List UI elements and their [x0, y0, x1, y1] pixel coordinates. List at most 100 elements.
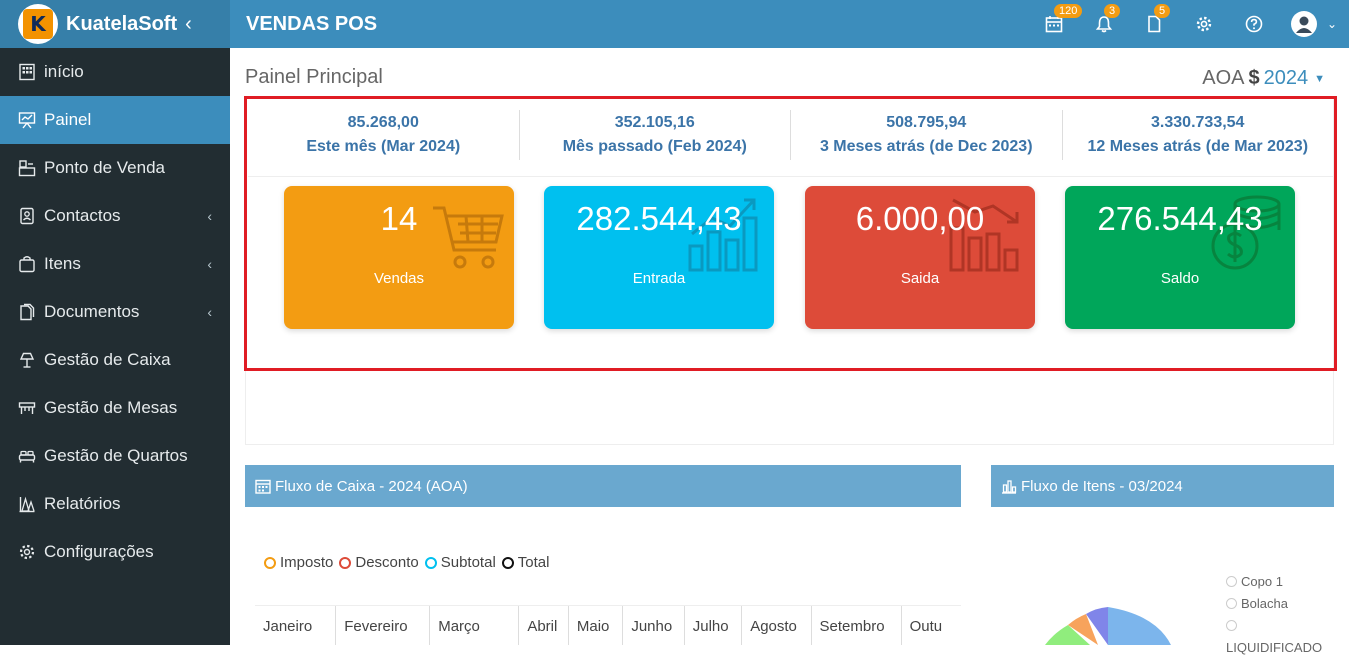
- sidebar-toggle-icon[interactable]: ‹: [185, 13, 192, 36]
- sidebar-item-ponto-de-venda[interactable]: Ponto de Venda: [0, 144, 230, 192]
- legend-item-total[interactable]: Total: [501, 554, 549, 571]
- bag-icon: [18, 255, 38, 273]
- legend-label: Copo 1: [1241, 573, 1283, 589]
- items-flow-title: Fluxo de Itens - 03/2024: [1021, 477, 1183, 495]
- user-avatar-icon: [1295, 16, 1312, 33]
- legend-label: LIQUIDIFICADO: [1226, 639, 1323, 655]
- sales-label: Vendas: [373, 270, 425, 287]
- chevron-down-icon: ⌄: [1326, 17, 1338, 31]
- items-pie-chart: [1045, 607, 1171, 645]
- legend-dot: [1226, 575, 1237, 587]
- sidebar-item-label: Documentos: [44, 302, 140, 321]
- legend-label: Desconto: [355, 554, 419, 571]
- sidebar-item-label: Gestão de Caixa: [44, 350, 171, 369]
- pie-legend-item[interactable]: Bolacha: [1226, 592, 1322, 614]
- bed-icon: [18, 447, 38, 465]
- sidebar-item-label: Contactos: [44, 206, 121, 225]
- legend-dot: [339, 556, 352, 569]
- legend-label: Imposto: [280, 554, 334, 571]
- legend-label: Subtotal: [440, 554, 496, 571]
- sidebar-item-configuracoes[interactable]: Configurações: [0, 528, 230, 576]
- brand-name: KuatelaSoft: [66, 12, 178, 35]
- settings-button[interactable]: [1179, 0, 1229, 48]
- brand-logo: K: [18, 4, 58, 44]
- calendar-icon: [255, 478, 271, 494]
- sidebar-item-label: Gestão de Mesas: [44, 398, 178, 417]
- balance-value: 276.544,43: [1097, 200, 1263, 237]
- legend-dot: [264, 556, 276, 569]
- month-cell: Agosto: [742, 606, 812, 645]
- income-box[interactable]: 282.544,43 Entrada: [544, 186, 774, 329]
- logo-letter: K: [23, 9, 53, 39]
- balance-box[interactable]: 276.544,43 Saldo: [1065, 186, 1295, 329]
- bar-chart-icon: [1001, 478, 1017, 494]
- stat-label: Este mês (Mar 2024): [306, 138, 461, 155]
- sidebar-item-gestao-de-caixa[interactable]: Gestão de Caixa: [0, 336, 230, 384]
- brand[interactable]: K KuatelaSoft ‹: [0, 0, 230, 48]
- currency-code: AOA: [1202, 67, 1245, 89]
- stat-3-months: 508.795,94 3 Meses atrás (de Dec 2023): [791, 110, 1063, 160]
- contacts-icon: [18, 207, 38, 225]
- reports-icon: [18, 495, 38, 513]
- sidebar-item-contactos[interactable]: Contactos ‹: [0, 192, 230, 240]
- user-menu[interactable]: ⌄: [1279, 0, 1349, 48]
- pie-legend-item[interactable]: LIQUIDIFICADO: [1226, 636, 1322, 658]
- year-value: 2024: [1263, 67, 1309, 89]
- sidebar-item-itens[interactable]: Itens ‹: [0, 240, 230, 288]
- building-icon: [18, 63, 38, 81]
- notifications-button[interactable]: 3: [1079, 0, 1129, 48]
- sidebar-item-documentos[interactable]: Documentos ‹: [0, 288, 230, 336]
- currency-year-selector[interactable]: AOA $ 2024 ▼: [1202, 67, 1325, 90]
- presentation-icon: [18, 111, 38, 129]
- documents-button[interactable]: 5: [1129, 0, 1179, 48]
- month-cell: Março: [430, 606, 520, 645]
- pie-slice: [1108, 607, 1171, 645]
- stat-label: Mês passado (Feb 2024): [562, 138, 747, 155]
- sidebar-item-label: Itens: [44, 254, 81, 273]
- files-icon: [18, 303, 38, 321]
- sales-value: 14: [380, 200, 418, 237]
- sidebar-item-label: Gestão de Quartos: [44, 446, 188, 465]
- app-title: VENDAS POS: [246, 12, 378, 35]
- stat-label: 12 Meses atrás (de Mar 2023): [1087, 138, 1309, 155]
- month-cell: Outu: [909, 617, 943, 635]
- sidebar-item-relatorios[interactable]: Relatórios: [0, 480, 230, 528]
- avatar: [1290, 11, 1317, 37]
- sidebar-item-label: Relatórios: [44, 494, 121, 513]
- documents-badge: 5: [1154, 4, 1171, 18]
- main-content: Painel Principal AOA $ 2024 ▼ 85.268,00 …: [230, 48, 1349, 655]
- calendar-button[interactable]: 120: [1029, 0, 1083, 48]
- stat-value: 352.105,16: [614, 114, 695, 131]
- sidebar-item-painel[interactable]: Painel: [0, 96, 230, 144]
- stat-value: 508.795,94: [886, 114, 967, 131]
- sidebar-item-gestao-de-quartos[interactable]: Gestão de Quartos: [0, 432, 230, 480]
- month-cell: Setembro: [812, 606, 902, 645]
- income-value: 282.544,43: [576, 200, 742, 237]
- sidebar-item-gestao-de-mesas[interactable]: Gestão de Mesas: [0, 384, 230, 432]
- pie-legend-item[interactable]: [1226, 614, 1322, 636]
- legend-dot: [1226, 619, 1237, 631]
- legend-dot: [501, 556, 514, 569]
- expense-label: Saida: [900, 270, 940, 287]
- month-cell: Maio: [569, 606, 624, 645]
- stat-value: 3.330.733,54: [1151, 114, 1245, 131]
- expense-box[interactable]: 6.000,00 Saida: [805, 186, 1035, 329]
- items-flow-card-header: Fluxo de Itens - 03/2024: [991, 465, 1334, 507]
- sidebar-item-label: Configurações: [44, 542, 154, 561]
- legend-dot: [424, 556, 437, 569]
- months-row: Janeiro Fevereiro Março Abril Maio Junho…: [255, 605, 961, 645]
- legend-item-desconto[interactable]: Desconto: [339, 554, 419, 571]
- sidebar-item-label: início: [44, 62, 84, 81]
- legend-item-subtotal[interactable]: Subtotal: [424, 554, 496, 571]
- month-cell: Abril: [519, 606, 569, 645]
- legend-item-imposto[interactable]: Imposto: [264, 554, 333, 571]
- cash-flow-card-header: Fluxo de Caixa - 2024 (AOA): [245, 465, 961, 507]
- income-label: Entrada: [632, 270, 686, 287]
- expense-value: 6.000,00: [855, 200, 985, 237]
- cash-flow-legend: Imposto Desconto Subtotal Total: [264, 554, 555, 571]
- help-button[interactable]: [1229, 0, 1279, 48]
- help-icon: [1245, 15, 1263, 33]
- sales-box[interactable]: 14 Vendas: [284, 186, 514, 329]
- pie-legend-item[interactable]: Copo 1: [1226, 570, 1322, 592]
- sidebar-item-inicio[interactable]: início: [0, 48, 230, 96]
